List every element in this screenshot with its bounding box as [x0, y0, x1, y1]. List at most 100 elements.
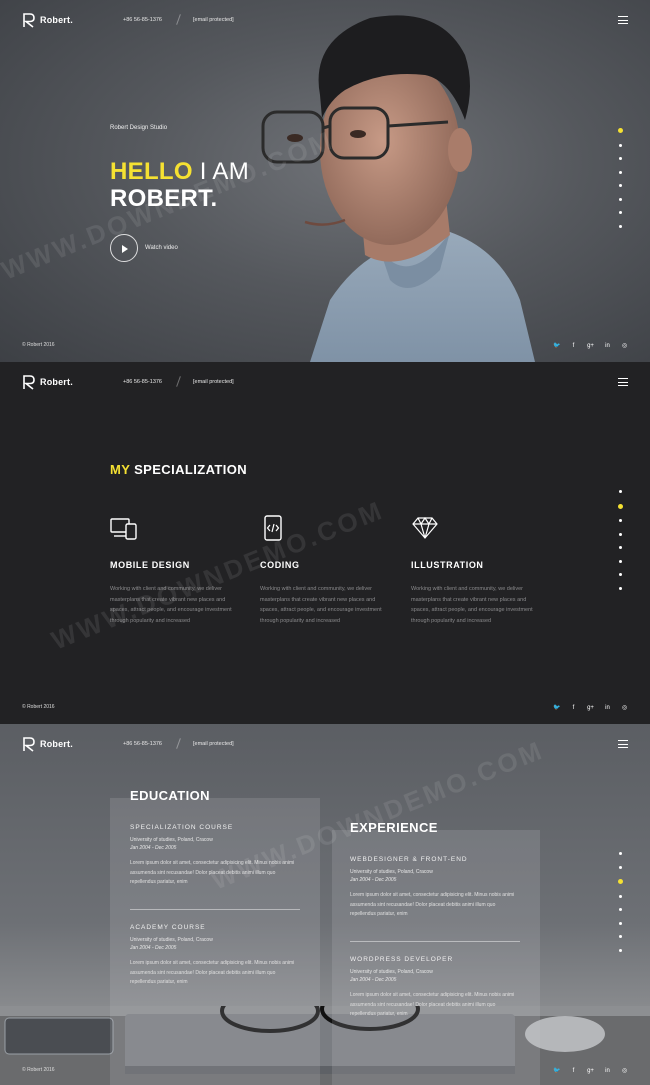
section-dot[interactable]	[619, 852, 622, 855]
experience-entry: WEBDESIGNER & FRONT-END University of st…	[350, 856, 520, 920]
brand-logo[interactable]: Robert.	[22, 12, 73, 28]
google-plus-icon[interactable]: g+	[587, 1068, 594, 1074]
google-plus-icon[interactable]: g+	[587, 343, 594, 349]
brand-logo[interactable]: Robert.	[22, 374, 73, 390]
nav-divider	[176, 738, 181, 749]
play-video-button[interactable]	[110, 234, 138, 262]
section-dot[interactable]	[619, 865, 622, 869]
hamburger-menu-icon[interactable]	[618, 378, 628, 386]
entry-heading: ACADEMY COURSE	[130, 924, 206, 931]
entry-description: Lorem ipsum dolor sit amet, consectetur …	[350, 992, 515, 1017]
section-dot[interactable]	[619, 948, 622, 952]
specialization-title-prefix: MY	[110, 462, 131, 477]
section-dots	[618, 128, 623, 228]
spec-description: Working with client and community, we de…	[260, 586, 382, 624]
section-dot[interactable]	[619, 921, 622, 925]
nav-phone[interactable]: +86 56-85-1376	[123, 17, 162, 23]
entry-description: Lorem ipsum dolor sit amet, consectetur …	[130, 960, 295, 985]
section-dot[interactable]	[619, 211, 622, 214]
logo-r-icon	[23, 375, 35, 390]
hero-title-iam: I AM	[199, 158, 250, 185]
nav-phone[interactable]: +86 56-85-1376	[123, 379, 162, 385]
watch-video-label[interactable]: Watch video	[145, 245, 178, 251]
section-dot[interactable]	[619, 573, 622, 576]
entry-description: Lorem ipsum dolor sit amet, consectetur …	[350, 892, 515, 917]
twitter-icon[interactable]: 🐦	[553, 1067, 560, 1074]
dribbble-icon[interactable]: ◎	[621, 1067, 628, 1074]
entry-date: Jan 2004 - Dec 2005	[350, 877, 397, 883]
facebook-icon[interactable]: f	[570, 343, 577, 349]
facebook-icon[interactable]: f	[570, 1068, 577, 1074]
section-dot[interactable]	[619, 532, 622, 536]
specialization-title: MY SPECIALIZATION	[110, 462, 247, 477]
spec-card-mobile-design: MOBILE DESIGN Working with client and co…	[110, 515, 235, 626]
twitter-icon[interactable]: 🐦	[553, 704, 560, 711]
spec-card-illustration: ILLUSTRATION Working with client and com…	[411, 515, 536, 626]
hero-portrait	[261, 15, 535, 362]
education-title: EDUCATION	[130, 788, 210, 803]
section-dot[interactable]	[619, 490, 622, 493]
section-dot[interactable]	[619, 894, 622, 898]
dribbble-icon[interactable]: ◎	[621, 342, 628, 349]
spec-title: CODING	[260, 560, 300, 570]
spec-title: MOBILE DESIGN	[110, 560, 190, 570]
dribbble-icon[interactable]: ◎	[621, 704, 628, 711]
logo-r-icon	[23, 737, 35, 752]
specialization-title-rest: SPECIALIZATION	[134, 462, 248, 477]
entry-heading: WORDPRESS DEVELOPER	[350, 956, 454, 963]
top-nav: Robert. +86 56-85-1376 [email protected]	[0, 736, 650, 756]
footer-copyright: © Robert 2016	[22, 704, 55, 710]
brand-logo[interactable]: Robert.	[22, 736, 73, 752]
hero-title-hello: HELLO	[110, 158, 193, 185]
education-entry: ACADEMY COURSE University of studies, Po…	[130, 924, 300, 988]
section-dot-active[interactable]	[618, 128, 623, 133]
brand-name: Robert.	[40, 739, 73, 749]
section-dot[interactable]	[619, 157, 622, 160]
hero-subtitle: Robert Design Studio	[110, 125, 168, 131]
code-phone-icon	[264, 515, 282, 541]
brand-name: Robert.	[40, 15, 73, 25]
section-dot-active[interactable]	[618, 503, 623, 509]
linkedin-icon[interactable]: in	[604, 705, 611, 711]
experience-title: EXPERIENCE	[350, 820, 438, 835]
section-dot[interactable]	[619, 197, 622, 201]
spec-title: ILLUSTRATION	[411, 560, 484, 570]
devices-icon	[110, 518, 137, 540]
linkedin-icon[interactable]: in	[604, 1068, 611, 1074]
section-dot[interactable]	[619, 519, 622, 522]
footer-copyright: © Robert 2016	[22, 1067, 55, 1073]
nav-divider	[176, 376, 181, 387]
section-dot[interactable]	[619, 170, 622, 174]
nav-email[interactable]: [email protected]	[193, 379, 234, 385]
section-dot[interactable]	[619, 184, 622, 187]
hamburger-menu-icon[interactable]	[618, 740, 628, 748]
top-nav: Robert. +86 56-85-1376 [email protected]	[0, 12, 650, 32]
hero-title: HELLO I AM ROBERT.	[110, 158, 249, 212]
hero-section: Robert. +86 56-85-1376 [email protected]…	[0, 0, 650, 362]
entry-organization: University of studies, Poland, Cracow	[130, 937, 213, 943]
section-dot[interactable]	[619, 224, 622, 228]
section-dot-active[interactable]	[618, 879, 623, 884]
section-dots	[618, 490, 623, 590]
section-dot[interactable]	[619, 143, 622, 147]
entry-organization: University of studies, Poland, Cracow	[350, 869, 433, 875]
google-plus-icon[interactable]: g+	[587, 705, 594, 711]
nav-email[interactable]: [email protected]	[193, 741, 234, 747]
section-dot[interactable]	[619, 586, 622, 590]
facebook-icon[interactable]: f	[570, 705, 577, 711]
spec-description: Working with client and community, we de…	[110, 586, 232, 624]
entry-divider	[350, 941, 520, 942]
hero-title-name: ROBERT.	[110, 185, 218, 212]
section-dot[interactable]	[619, 559, 622, 563]
section-dot[interactable]	[619, 546, 622, 549]
diamond-icon	[412, 516, 438, 539]
linkedin-icon[interactable]: in	[604, 343, 611, 349]
section-dot[interactable]	[619, 935, 622, 938]
specialization-section: Robert. +86 56-85-1376 [email protected]…	[0, 362, 650, 724]
nav-email[interactable]: [email protected]	[193, 17, 234, 23]
spec-card-coding: CODING Working with client and community…	[260, 515, 385, 626]
nav-phone[interactable]: +86 56-85-1376	[123, 741, 162, 747]
twitter-icon[interactable]: 🐦	[553, 342, 560, 349]
section-dot[interactable]	[619, 908, 622, 911]
hamburger-menu-icon[interactable]	[618, 16, 628, 24]
